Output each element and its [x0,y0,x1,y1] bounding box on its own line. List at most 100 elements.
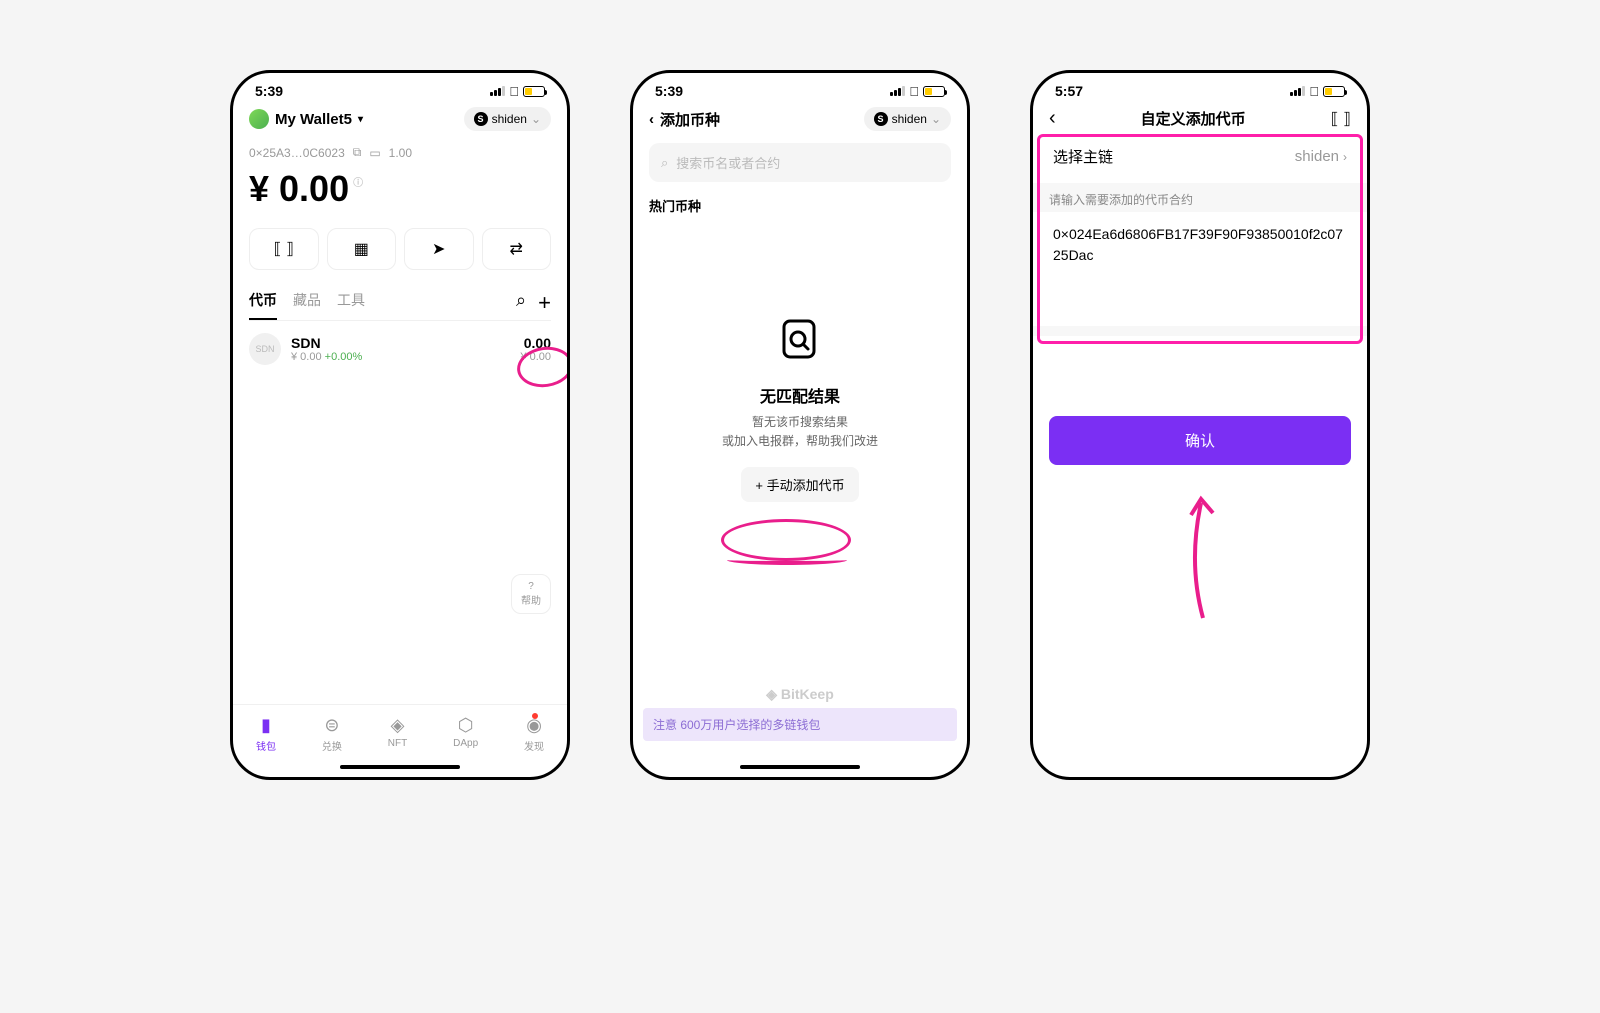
annotation-underline-manual [727,555,847,565]
help-button[interactable]: ? 帮助 [511,574,551,614]
signal-icon [1290,86,1305,96]
battery-icon [523,86,545,97]
help-icon: ? [528,581,534,592]
chevron-left-icon: ‹ [649,111,654,128]
nav-wallet[interactable]: ▮钱包 [256,715,276,753]
token-symbol: SDN [291,335,362,351]
stake-amount: 1.00 [389,146,412,160]
annotation-arrow [1173,493,1233,623]
nav-nft[interactable]: ◈NFT [388,715,407,753]
wifi-icon: 􀙇 [509,84,519,99]
nav-swap[interactable]: ⊜兑换 [322,715,342,753]
contract-field-label: 请输入需要添加的代币合约 [1033,183,1367,212]
chain-icon: S [874,112,888,126]
empty-search-icon [776,315,824,373]
scan-icon[interactable]: ⟦ ⟧ [1331,109,1351,129]
token-change: +0.00% [325,351,363,363]
status-bar: 5:39 􀙇 [233,73,567,103]
tab-collectibles[interactable]: 藏品 [293,290,321,320]
stake-icon[interactable]: ▭ [369,146,380,160]
bottom-nav: ▮钱包 ⊜兑换 ◈NFT ⬡DApp ◉发现 [233,704,567,759]
copy-icon[interactable]: ⧉ [353,145,362,160]
notification-dot [532,713,538,719]
contract-input[interactable]: 0×024Ea6d6806FB17F39F90F93850010f2c0725D… [1049,212,1351,326]
wifi-icon: 􀙇 [1309,84,1319,99]
chain-selector[interactable]: S shiden ⌄ [464,107,551,131]
token-price: ¥ 0.00 [291,351,322,363]
receive-button[interactable]: ▦ [327,228,397,270]
phone-add-token-search: 5:39 􀙇 ‹ 添加币种 S shiden ⌄ ⌕ 搜索币名或者合约 热门币种 [630,70,970,780]
brand-icon: ◈ [766,686,781,702]
send-button[interactable]: ➤ [404,228,474,270]
search-placeholder: 搜索币名或者合约 [676,153,780,172]
swap-icon: ⊜ [324,715,339,736]
home-indicator [340,765,460,769]
page-title: 自定义添加代币 [1141,108,1246,129]
token-fiat: ¥ 0.00 [520,351,551,363]
back-button[interactable]: ‹ 添加币种 [649,109,720,130]
nav-dapp[interactable]: ⬡DApp [453,715,478,753]
chain-label: shiden [892,112,927,126]
token-amount: 0.00 [520,335,551,351]
dapp-icon: ⬡ [458,715,474,736]
battery-icon [923,86,945,97]
chain-row[interactable]: 选择主链 shiden › [1049,130,1351,183]
page-title: 添加币种 [660,109,720,130]
chevron-down-icon: ⌄ [531,112,541,126]
status-indicators: 􀙇 [890,84,945,99]
balance-value: ¥ 0.00 [249,168,349,210]
nft-icon: ◈ [391,715,405,736]
wallet-name-label: My Wallet5 [275,111,352,128]
token-icon: SDN [249,333,281,365]
nav-discover[interactable]: ◉发现 [524,715,544,753]
manual-add-button[interactable]: + 手动添加代币 [741,467,858,502]
signal-icon [890,86,905,96]
chain-label: shiden [492,112,527,126]
token-row-sdn[interactable]: SDN SDN ¥ 0.00 +0.00% 0.00 ¥ 0.00 [249,321,551,377]
empty-sub2: 或加入电报群，帮助我们改进 [649,432,951,451]
battery-icon [1323,86,1345,97]
back-button[interactable]: ‹ [1049,107,1056,130]
info-icon[interactable]: ⓘ [353,174,363,189]
search-icon[interactable]: ⌕ [516,290,526,316]
wallet-selector[interactable]: My Wallet5 ▾ [249,109,363,129]
tab-tools[interactable]: 工具 [337,290,365,320]
section-hot-tokens: 热门币种 [649,196,951,215]
status-time: 5:57 [1055,83,1083,99]
manual-add-label: + 手动添加代币 [755,475,844,494]
chevron-down-icon: ▾ [358,114,363,125]
chain-selector[interactable]: S shiden ⌄ [864,107,951,131]
status-time: 5:39 [655,83,683,99]
chevron-right-icon: › [1343,150,1347,164]
promo-banner[interactable]: 注意 600万用户选择的多链钱包 [643,708,957,741]
signal-icon [490,86,505,96]
status-bar: 5:57 􀙇 [1033,73,1367,103]
status-indicators: 􀙇 [1290,84,1345,99]
confirm-button[interactable]: 确认 [1049,416,1351,465]
home-indicator [740,765,860,769]
swap-button[interactable]: ⇄ [482,228,552,270]
address-short[interactable]: 0×25A3…0C6023 [249,146,345,160]
add-token-icon[interactable]: + [538,290,551,316]
chain-row-label: 选择主链 [1053,146,1113,167]
scan-button[interactable]: ⟦ ⟧ [249,228,319,270]
wallet-avatar [249,109,269,129]
annotation-circle-manual [721,519,851,561]
status-time: 5:39 [255,83,283,99]
phone-wallet-home: 5:39 􀙇 My Wallet5 ▾ S shiden ⌄ 0×25A3…0C… [230,70,570,780]
help-label: 帮助 [521,592,541,607]
chain-icon: S [474,112,488,126]
search-icon: ⌕ [661,155,668,171]
brand-footer: ◈ BitKeep [633,686,967,703]
chain-row-value: shiden [1295,148,1339,165]
empty-sub1: 暂无该币搜索结果 [649,413,951,432]
balance-display: ¥ 0.00 ⓘ [249,168,551,210]
search-input[interactable]: ⌕ 搜索币名或者合约 [649,143,951,182]
tab-tokens[interactable]: 代币 [249,290,277,320]
status-indicators: 􀙇 [490,84,545,99]
empty-title: 无匹配结果 [649,383,951,407]
wallet-icon: ▮ [261,715,271,736]
phone-custom-add-token: 5:57 􀙇 ‹ 自定义添加代币 ⟦ ⟧ 选择主链 shiden › 请输入需要… [1030,70,1370,780]
wifi-icon: 􀙇 [909,84,919,99]
status-bar: 5:39 􀙇 [633,73,967,103]
